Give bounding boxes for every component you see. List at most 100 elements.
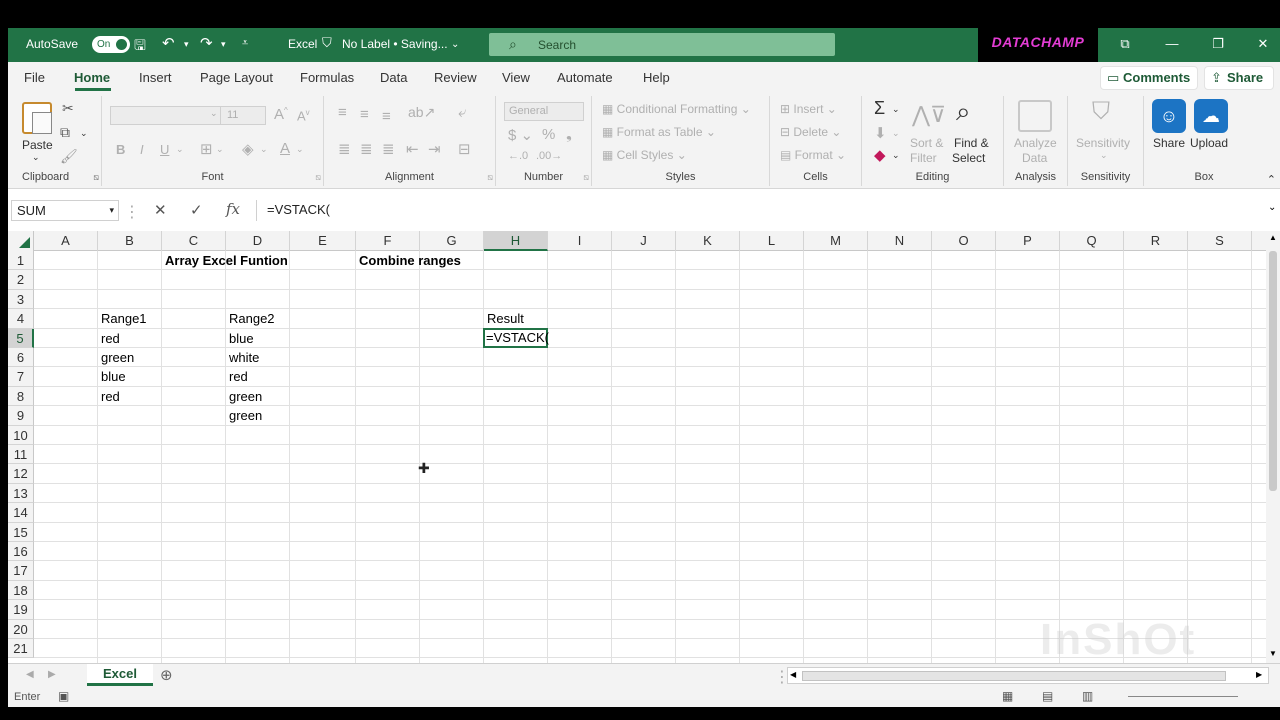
underline-dropdown-icon[interactable]: ⌄ bbox=[176, 144, 184, 155]
search-box[interactable]: ⌕ Search bbox=[489, 33, 835, 56]
row-header-7[interactable]: 7 bbox=[8, 367, 34, 387]
box-upload-label[interactable]: Upload bbox=[1190, 136, 1228, 150]
row-header-13[interactable]: 13 bbox=[8, 483, 34, 504]
paste-label[interactable]: Paste bbox=[22, 138, 53, 152]
minimize-icon[interactable]: — bbox=[1161, 34, 1183, 54]
italic-button[interactable]: I bbox=[140, 142, 144, 157]
accessibility-icon[interactable]: ▣ bbox=[58, 689, 69, 703]
column-header-j[interactable]: J bbox=[612, 231, 676, 251]
row-header-12[interactable]: 12 bbox=[8, 464, 34, 484]
dialog-launcher-icon[interactable]: ⧅ bbox=[93, 172, 99, 183]
column-header-k[interactable]: K bbox=[676, 231, 740, 251]
select-all-corner[interactable] bbox=[8, 231, 34, 251]
cell-h4[interactable]: Result bbox=[484, 309, 524, 328]
sensitivity-dropdown-icon[interactable]: ⌄ bbox=[1100, 150, 1108, 161]
save-icon[interactable]: 🖫 bbox=[134, 35, 146, 59]
collapse-ribbon-icon[interactable]: ⌃ bbox=[1267, 173, 1276, 186]
analyze-label-2[interactable]: Data bbox=[1022, 151, 1047, 165]
column-header-e[interactable]: E bbox=[290, 231, 356, 251]
find-select-label-2[interactable]: Select bbox=[952, 151, 985, 165]
page-break-view-icon[interactable]: ▥ bbox=[1082, 689, 1093, 703]
vertical-scrollbar[interactable]: ▲ ▼ bbox=[1266, 231, 1280, 663]
box-share-icon[interactable]: ☺ bbox=[1152, 99, 1186, 133]
tab-home[interactable]: Home bbox=[74, 70, 110, 85]
tab-help[interactable]: Help bbox=[643, 70, 670, 85]
cell-d6[interactable]: white bbox=[226, 348, 259, 367]
tab-review[interactable]: Review bbox=[434, 70, 477, 85]
clear-icon[interactable]: ◆ bbox=[874, 146, 886, 164]
increase-decimal-icon[interactable]: ←.0 bbox=[508, 150, 528, 162]
cell-b5[interactable]: red bbox=[98, 329, 120, 348]
sort-filter-label-2[interactable]: Filter bbox=[910, 151, 937, 165]
row-header-4[interactable]: 4 bbox=[8, 309, 34, 329]
tab-formulas[interactable]: Formulas bbox=[300, 70, 354, 85]
row-header-20[interactable]: 20 bbox=[8, 619, 34, 639]
merge-center-icon[interactable]: ⊟ bbox=[458, 140, 471, 158]
sensitivity-icon[interactable]: ⛉ bbox=[1092, 98, 1110, 126]
row-header-21[interactable]: 21 bbox=[8, 639, 34, 659]
next-sheet-icon[interactable]: ▶ bbox=[48, 669, 56, 680]
undo-icon[interactable]: ↶ bbox=[162, 34, 175, 52]
name-box-dropdown-icon[interactable]: ▾ bbox=[109, 201, 114, 220]
name-box[interactable]: SUM ▾ bbox=[11, 200, 119, 221]
cell-d7[interactable]: red bbox=[226, 367, 248, 386]
row-header-2[interactable]: 2 bbox=[8, 270, 34, 290]
number-dialog-launcher-icon[interactable]: ⧅ bbox=[583, 172, 589, 183]
sort-filter-label-1[interactable]: Sort & bbox=[910, 136, 943, 150]
box-upload-icon[interactable]: ☁ bbox=[1194, 99, 1228, 133]
format-cells-button[interactable]: ▤ Format ⌄ bbox=[780, 148, 846, 162]
orientation-icon[interactable]: ab↗ bbox=[408, 104, 435, 121]
align-left-icon[interactable]: ≣ bbox=[338, 140, 351, 158]
borders-dropdown-icon[interactable]: ⌄ bbox=[216, 144, 224, 155]
scroll-right-icon[interactable]: ▶ bbox=[1256, 670, 1262, 679]
align-middle-icon[interactable]: ≡ bbox=[360, 106, 369, 123]
column-header-m[interactable]: M bbox=[804, 231, 868, 251]
redo-icon[interactable]: ↷ bbox=[200, 34, 213, 52]
column-header-a[interactable]: A bbox=[34, 231, 98, 251]
zoom-slider[interactable] bbox=[1128, 696, 1238, 697]
wrap-text-icon[interactable]: ⤶ bbox=[458, 104, 466, 121]
percent-icon[interactable]: % bbox=[542, 126, 555, 143]
column-header-c[interactable]: C bbox=[162, 231, 226, 251]
column-header-p[interactable]: P bbox=[996, 231, 1060, 251]
decrease-font-icon[interactable]: Av bbox=[297, 108, 310, 123]
column-header-i[interactable]: I bbox=[548, 231, 612, 251]
row-header-11[interactable]: 11 bbox=[8, 445, 34, 465]
restore-icon[interactable]: ❐ bbox=[1207, 34, 1229, 54]
share-button[interactable]: ⇪ Share bbox=[1204, 66, 1274, 90]
copy-dropdown-icon[interactable]: ⌄ bbox=[80, 128, 88, 139]
row-header-8[interactable]: 8 bbox=[8, 386, 34, 407]
sheet-tab-excel[interactable]: Excel bbox=[87, 664, 153, 686]
cell-b4[interactable]: Range1 bbox=[98, 309, 147, 328]
row-header-15[interactable]: 15 bbox=[8, 522, 34, 542]
fill-dropdown-icon[interactable]: ⌄ bbox=[260, 144, 268, 155]
page-layout-view-icon[interactable]: ▤ bbox=[1042, 689, 1053, 703]
currency-icon[interactable]: $ ⌄ bbox=[508, 126, 533, 144]
conditional-formatting-button[interactable]: ▦ Conditional Formatting ⌄ bbox=[602, 102, 751, 116]
sort-filter-icon[interactable]: ⋀⊽ bbox=[912, 102, 946, 128]
label-status[interactable]: No Label • Saving... bbox=[342, 37, 448, 51]
add-sheet-icon[interactable]: ⊕ bbox=[160, 666, 173, 684]
close-icon[interactable]: ✕ bbox=[1252, 34, 1274, 54]
increase-indent-icon[interactable]: ⇥ bbox=[428, 140, 441, 158]
row-header-17[interactable]: 17 bbox=[8, 561, 34, 581]
delete-cells-button[interactable]: ⊟ Delete ⌄ bbox=[780, 125, 841, 139]
box-share-label[interactable]: Share bbox=[1153, 136, 1185, 150]
horizontal-scroll-thumb[interactable] bbox=[802, 671, 1226, 681]
format-as-table-button[interactable]: ▦ Format as Table ⌄ bbox=[602, 125, 716, 139]
row-header-1[interactable]: 1 bbox=[8, 251, 34, 271]
insert-function-icon[interactable]: fx bbox=[226, 200, 240, 218]
formula-input[interactable]: =VSTACK( bbox=[256, 200, 1266, 221]
row-header-14[interactable]: 14 bbox=[8, 503, 34, 523]
normal-view-icon[interactable]: ▦ bbox=[1002, 689, 1013, 703]
column-header-o[interactable]: O bbox=[932, 231, 996, 251]
find-select-label-1[interactable]: Find & bbox=[954, 136, 989, 150]
increase-font-icon[interactable]: A^ bbox=[274, 106, 288, 123]
column-header-g[interactable]: G bbox=[420, 231, 484, 251]
cell-d9[interactable]: green bbox=[226, 406, 262, 425]
enter-icon[interactable]: ✓ bbox=[190, 201, 203, 219]
tab-insert[interactable]: Insert bbox=[139, 70, 172, 85]
undo-dropdown-icon[interactable]: ▾ bbox=[184, 39, 189, 50]
cell-b7[interactable]: blue bbox=[98, 367, 126, 386]
find-select-icon[interactable]: ⌕ bbox=[956, 96, 971, 128]
